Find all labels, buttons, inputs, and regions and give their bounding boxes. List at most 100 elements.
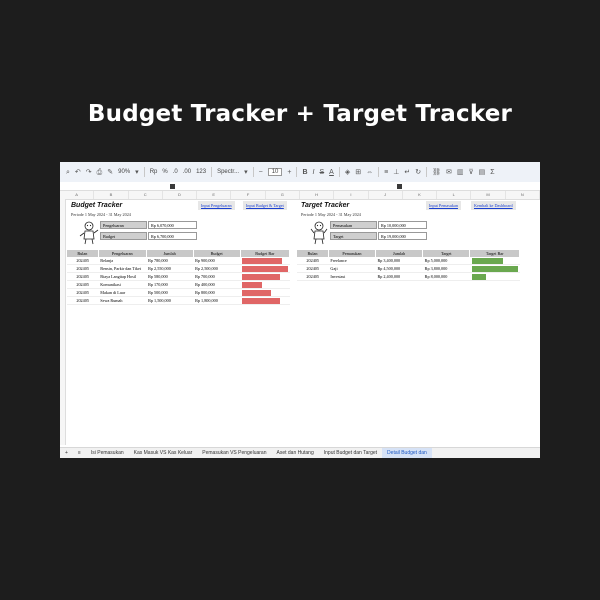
functions-icon[interactable]: Σ [490, 169, 494, 176]
budget-cell[interactable]: Rp 400,000 [193, 280, 241, 289]
paint-format-icon[interactable]: ✎ [107, 169, 113, 176]
target-cell[interactable]: Rp 5,000,000 [422, 257, 470, 265]
merge-icon[interactable]: ⇔ [366, 169, 373, 176]
sheet-tab[interactable]: Detail Budget dan [382, 448, 432, 458]
name-cell[interactable]: Sewa Rumah [98, 296, 147, 305]
bar-cell[interactable] [240, 296, 290, 305]
name-cell[interactable]: Bensin, Parkir dan Tiket [98, 264, 147, 273]
bar-cell[interactable] [240, 272, 290, 281]
column-header-cell[interactable]: D [163, 191, 198, 199]
name-cell[interactable]: Gaji [328, 264, 376, 273]
month-cell[interactable]: 202405 [297, 264, 329, 273]
print-icon[interactable]: ⎙ [97, 169, 103, 176]
table-row[interactable]: 202405 Bensin, Parkir dan Tiket Rp 2,550,0… [67, 264, 290, 273]
budget-cell[interactable]: Rp 900,000 [193, 257, 241, 265]
table-row[interactable]: 202405 Freelance Rp 3,400,000 Rp 5,000,000 [297, 257, 520, 265]
column-header-cell[interactable]: I [334, 191, 369, 199]
amount-cell[interactable]: Rp 3,400,000 [375, 257, 423, 265]
sheet-tab[interactable]: Isi Pemasukan [86, 448, 129, 458]
zoom-select[interactable]: 90% [118, 169, 130, 175]
bar-cell[interactable] [469, 272, 520, 281]
kembali-dashboard-link[interactable]: Kembali ke Dashboard [471, 201, 516, 210]
chart-icon[interactable]: ▥ [457, 169, 464, 176]
comment-icon[interactable]: ✉ [446, 169, 452, 176]
column-header-cell[interactable]: H [300, 191, 335, 199]
amount-cell[interactable]: Rp 580,000 [146, 272, 194, 281]
budget-cell[interactable]: Rp 700,000 [193, 272, 241, 281]
input-pemasukan-link[interactable]: Input Pemasukan [426, 201, 461, 210]
column-header-cell[interactable]: A [60, 191, 95, 199]
name-cell[interactable]: Komunikasi [98, 280, 147, 289]
month-cell[interactable]: 202405 [67, 280, 99, 289]
column-header-cell[interactable]: C [129, 191, 163, 199]
borders-icon[interactable]: ⊞ [355, 169, 361, 176]
column-header-cell[interactable]: L [437, 191, 472, 199]
all-sheets-button[interactable]: ≡ [73, 448, 86, 458]
valign-icon[interactable]: ⊥ [393, 169, 399, 176]
name-cell[interactable]: Investasi [328, 272, 376, 281]
column-header-cell[interactable]: M [471, 191, 506, 199]
link-icon[interactable]: ⛓ [432, 169, 441, 176]
text-color-icon[interactable]: A [329, 169, 334, 176]
name-cell[interactable]: Freelance [328, 257, 376, 265]
table-row[interactable]: 202405 Sewa Rumah Rp 1,500,000 Rp 1,800,000 [67, 296, 290, 305]
table-row[interactable]: 202405 Belanja Rp 780,000 Rp 900,000 [67, 257, 290, 265]
amount-cell[interactable]: Rp 4,500,000 [375, 264, 423, 273]
number-format-button[interactable]: 123 [196, 169, 206, 175]
filter-views-icon[interactable]: ▤ [479, 169, 486, 176]
amount-cell[interactable]: Rp 170,000 [146, 280, 194, 289]
bar-cell[interactable] [240, 280, 290, 289]
column-header-cell[interactable]: K [403, 191, 438, 199]
font-select[interactable]: Spectr... [217, 169, 239, 175]
month-cell[interactable]: 202405 [67, 264, 99, 273]
month-cell[interactable]: 202405 [67, 272, 99, 281]
align-icon[interactable]: ≡ [384, 169, 388, 176]
column-header-cell[interactable]: G [266, 191, 300, 199]
amount-cell[interactable]: Rp 500,000 [146, 288, 194, 297]
target-cell[interactable]: Rp 3,800,000 [422, 264, 470, 273]
table-row[interactable]: 202405 Investasi Rp 2,400,000 Rp 8,000,000 [297, 272, 520, 281]
month-cell[interactable]: 202405 [67, 296, 99, 305]
sheet-tab[interactable]: Aset dan Hutang [272, 448, 319, 458]
table-row[interactable]: 202405 Gaji Rp 4,500,000 Rp 3,800,000 [297, 264, 520, 273]
font-size-input[interactable]: 10 [267, 168, 283, 176]
name-cell[interactable]: Biaya Langitap Hosil [98, 272, 147, 281]
redo-icon[interactable]: ↷ [86, 169, 92, 176]
filter-icon[interactable]: ⊽ [468, 169, 473, 176]
bar-cell[interactable] [240, 264, 290, 273]
table-row[interactable]: 202405 Makan di Luar Rp 500,000 Rp 800,000 [67, 288, 290, 297]
input-pengeluaran-link[interactable]: Input Pengeluaran [198, 201, 235, 210]
budget-cell[interactable]: Rp 2,500,000 [193, 264, 241, 273]
sheet-tab[interactable]: Pemasukan VS Pengeluaran [197, 448, 271, 458]
decrease-decimals-button[interactable]: .0 [173, 169, 178, 175]
search-icon[interactable]: ⌕ [66, 169, 70, 176]
bar-cell[interactable] [469, 257, 520, 265]
column-header-cell[interactable]: N [506, 191, 540, 199]
amount-cell[interactable]: Rp 2,550,000 [146, 264, 194, 273]
column-header-cell[interactable]: B [94, 191, 129, 199]
month-cell[interactable]: 202405 [297, 272, 329, 281]
month-cell[interactable]: 202405 [67, 288, 99, 297]
month-cell[interactable]: 202405 [297, 257, 329, 265]
input-budget-target-link[interactable]: Input Budget & Target [243, 201, 287, 210]
increase-font-size-icon[interactable]: + [287, 169, 291, 176]
increase-decimals-button[interactable]: .00 [183, 169, 191, 175]
percent-format-button[interactable]: % [162, 169, 167, 175]
column-header-cell[interactable]: F [231, 191, 266, 199]
bar-cell[interactable] [469, 264, 520, 273]
rotate-icon[interactable]: ↻ [415, 169, 421, 176]
decrease-font-size-icon[interactable]: − [259, 169, 263, 176]
column-group-toggle[interactable] [170, 184, 175, 189]
amount-cell[interactable]: Rp 2,400,000 [375, 272, 423, 281]
target-cell[interactable]: Rp 8,000,000 [422, 272, 470, 281]
currency-format-button[interactable]: Rp [150, 169, 158, 175]
bar-cell[interactable] [240, 257, 290, 265]
fill-color-icon[interactable]: ◈ [345, 169, 350, 176]
column-header-cell[interactable]: E [197, 191, 232, 199]
bold-icon[interactable]: B [302, 169, 307, 176]
amount-cell[interactable]: Rp 780,000 [146, 257, 194, 265]
italic-icon[interactable]: I [313, 169, 315, 176]
table-row[interactable]: 202405 Biaya Langitap Hosil Rp 580,000 Rp 7… [67, 272, 290, 281]
undo-icon[interactable]: ↶ [75, 169, 81, 176]
budget-cell[interactable]: Rp 800,000 [193, 288, 241, 297]
